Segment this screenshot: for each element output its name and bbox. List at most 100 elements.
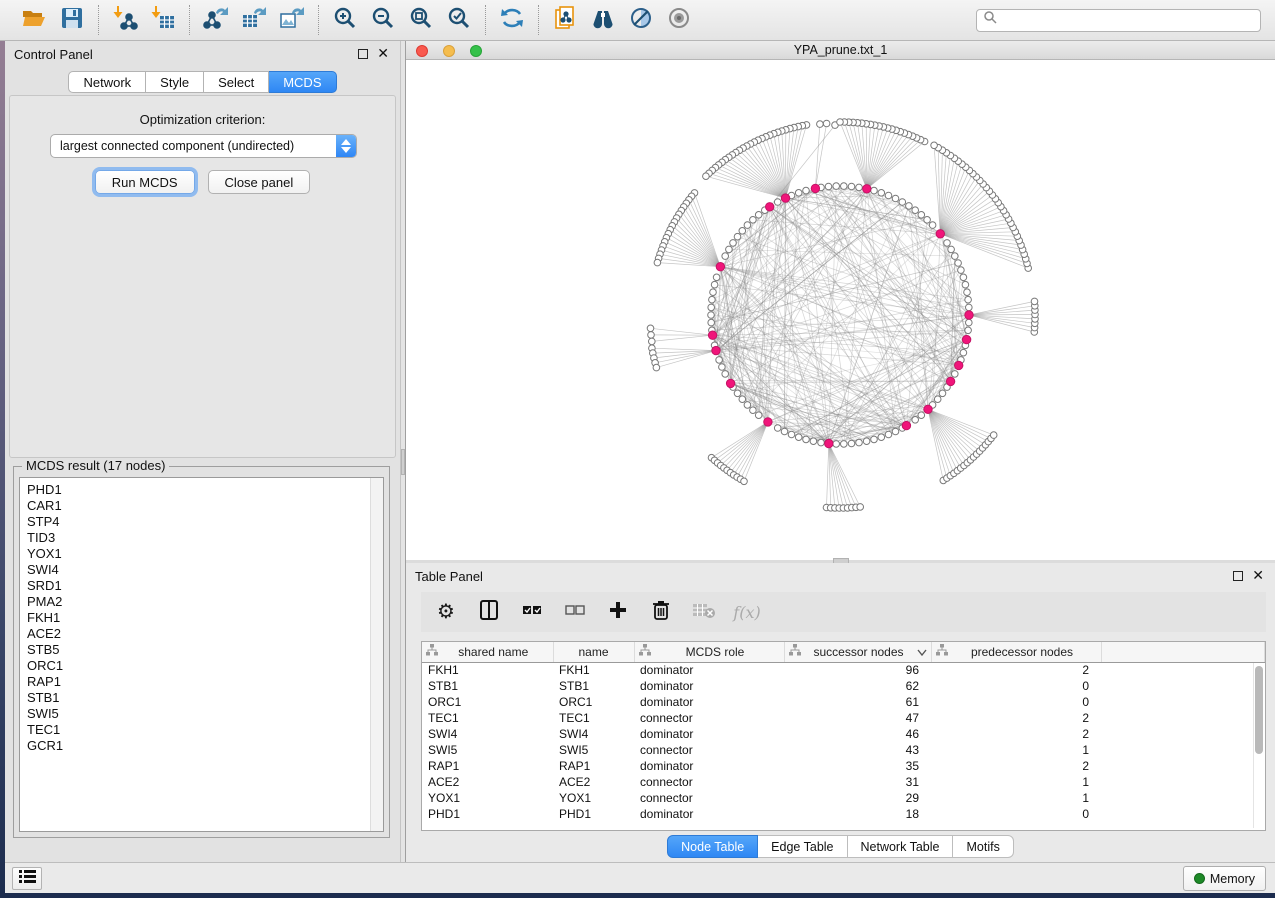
cell-name[interactable]: SWI5 bbox=[553, 742, 634, 758]
cell-successor-nodes[interactable]: 43 bbox=[784, 742, 931, 758]
mcds-result-list[interactable]: PHD1CAR1STP4TID3YOX1SWI4SRD1PMA2FKH1ACE2… bbox=[19, 477, 384, 832]
cell-successor-nodes[interactable]: 31 bbox=[784, 774, 931, 790]
close-panel-icon[interactable]: ✕ bbox=[1252, 567, 1264, 584]
cell-MCDS-role[interactable]: dominator bbox=[634, 694, 784, 710]
column-browser-button[interactable] bbox=[476, 599, 502, 625]
mcds-result-item[interactable]: ORC1 bbox=[27, 658, 383, 674]
import-network-button[interactable] bbox=[111, 6, 139, 34]
cell-predecessor-nodes[interactable]: 2 bbox=[931, 758, 1101, 774]
mcds-result-item[interactable]: SWI5 bbox=[27, 706, 383, 722]
hide-graphics-details-button[interactable] bbox=[627, 6, 655, 34]
cell-successor-nodes[interactable]: 96 bbox=[784, 662, 931, 678]
cell-predecessor-nodes[interactable]: 2 bbox=[931, 710, 1101, 726]
node-table[interactable]: shared namenameMCDS rolesuccessor nodesp… bbox=[422, 642, 1265, 822]
cell-predecessor-nodes[interactable]: 0 bbox=[931, 694, 1101, 710]
select-all-button[interactable] bbox=[519, 599, 545, 625]
table-row[interactable]: YOX1YOX1connector291 bbox=[422, 790, 1265, 806]
table-row[interactable]: TEC1TEC1connector472 bbox=[422, 710, 1265, 726]
mcds-result-item[interactable]: SWI4 bbox=[27, 562, 383, 578]
cell-shared-name[interactable]: ACE2 bbox=[422, 774, 553, 790]
tab-network[interactable]: Network bbox=[68, 71, 146, 93]
cell-shared-name[interactable]: YOX1 bbox=[422, 790, 553, 806]
cell-name[interactable]: RAP1 bbox=[553, 758, 634, 774]
cell-shared-name[interactable]: SWI4 bbox=[422, 726, 553, 742]
zoom-selected-button[interactable] bbox=[445, 6, 473, 34]
mcds-result-item[interactable]: PMA2 bbox=[27, 594, 383, 610]
table-row[interactable]: ORC1ORC1dominator610 bbox=[422, 694, 1265, 710]
add-column-button[interactable] bbox=[605, 599, 631, 625]
cell-MCDS-role[interactable]: dominator bbox=[634, 678, 784, 694]
cell-shared-name[interactable]: STB1 bbox=[422, 678, 553, 694]
tab-motifs[interactable]: Motifs bbox=[953, 835, 1013, 858]
run-mcds-button[interactable]: Run MCDS bbox=[95, 170, 195, 194]
cell-predecessor-nodes[interactable]: 0 bbox=[931, 806, 1101, 822]
zoom-out-button[interactable] bbox=[369, 6, 397, 34]
table-row[interactable]: PHD1PHD1dominator180 bbox=[422, 806, 1265, 822]
mcds-result-item[interactable]: TEC1 bbox=[27, 722, 383, 738]
save-session-button[interactable] bbox=[58, 6, 86, 34]
import-table-button[interactable] bbox=[149, 6, 177, 34]
table-row[interactable]: SWI4SWI4dominator462 bbox=[422, 726, 1265, 742]
cell-predecessor-nodes[interactable]: 1 bbox=[931, 774, 1101, 790]
close-panel-icon[interactable]: ✕ bbox=[377, 45, 389, 62]
table-row[interactable]: SWI5SWI5connector431 bbox=[422, 742, 1265, 758]
cell-name[interactable]: YOX1 bbox=[553, 790, 634, 806]
cell-predecessor-nodes[interactable]: 2 bbox=[931, 726, 1101, 742]
mcds-result-item[interactable]: ACE2 bbox=[27, 626, 383, 642]
search-input[interactable] bbox=[998, 13, 1254, 27]
search-binoculars-button[interactable] bbox=[589, 6, 617, 34]
column-header-predecessor-nodes[interactable]: predecessor nodes bbox=[931, 642, 1101, 662]
tab-select[interactable]: Select bbox=[204, 71, 269, 93]
table-row[interactable]: STB1STB1dominator620 bbox=[422, 678, 1265, 694]
zoom-fit-button[interactable] bbox=[407, 6, 435, 34]
mcds-result-item[interactable]: GCR1 bbox=[27, 738, 383, 754]
memory-button[interactable]: Memory bbox=[1183, 866, 1266, 891]
open-file-button[interactable] bbox=[20, 6, 48, 34]
cell-MCDS-role[interactable]: connector bbox=[634, 774, 784, 790]
show-graphics-details-button[interactable] bbox=[665, 6, 693, 34]
mcds-result-item[interactable]: YOX1 bbox=[27, 546, 383, 562]
cell-successor-nodes[interactable]: 47 bbox=[784, 710, 931, 726]
cell-MCDS-role[interactable]: dominator bbox=[634, 726, 784, 742]
export-network-button[interactable] bbox=[202, 6, 230, 34]
cell-MCDS-role[interactable]: dominator bbox=[634, 758, 784, 774]
cell-successor-nodes[interactable]: 35 bbox=[784, 758, 931, 774]
mcds-result-item[interactable]: RAP1 bbox=[27, 674, 383, 690]
cell-predecessor-nodes[interactable]: 1 bbox=[931, 742, 1101, 758]
delete-column-button[interactable] bbox=[648, 599, 674, 625]
show-panels-list-button[interactable] bbox=[12, 867, 42, 890]
cell-predecessor-nodes[interactable]: 0 bbox=[931, 678, 1101, 694]
function-builder-button[interactable]: f(x) bbox=[734, 599, 760, 625]
table-options-button[interactable]: ⚙ bbox=[433, 599, 459, 625]
cell-MCDS-role[interactable]: connector bbox=[634, 710, 784, 726]
cell-predecessor-nodes[interactable]: 1 bbox=[931, 790, 1101, 806]
network-from-selection-button[interactable] bbox=[551, 6, 579, 34]
cell-name[interactable]: ORC1 bbox=[553, 694, 634, 710]
cell-MCDS-role[interactable]: connector bbox=[634, 790, 784, 806]
mcds-result-item[interactable]: CAR1 bbox=[27, 498, 383, 514]
tab-edge-table[interactable]: Edge Table bbox=[758, 835, 847, 858]
float-window-icon[interactable] bbox=[1233, 571, 1243, 581]
cell-shared-name[interactable]: ORC1 bbox=[422, 694, 553, 710]
cell-successor-nodes[interactable]: 62 bbox=[784, 678, 931, 694]
cell-name[interactable]: FKH1 bbox=[553, 662, 634, 678]
cell-successor-nodes[interactable]: 61 bbox=[784, 694, 931, 710]
column-header-successor-nodes[interactable]: successor nodes bbox=[784, 642, 931, 662]
table-scrollbar[interactable] bbox=[1253, 663, 1264, 828]
cell-shared-name[interactable]: SWI5 bbox=[422, 742, 553, 758]
cell-predecessor-nodes[interactable]: 2 bbox=[931, 662, 1101, 678]
cell-shared-name[interactable]: PHD1 bbox=[422, 806, 553, 822]
table-row[interactable]: FKH1FKH1dominator962 bbox=[422, 662, 1265, 678]
criterion-dropdown[interactable]: largest connected component (undirected) bbox=[50, 134, 357, 158]
cell-successor-nodes[interactable]: 18 bbox=[784, 806, 931, 822]
cell-name[interactable]: SWI4 bbox=[553, 726, 634, 742]
delete-table-button[interactable] bbox=[691, 599, 717, 625]
network-search-field[interactable] bbox=[976, 9, 1261, 32]
tab-node-table[interactable]: Node Table bbox=[667, 835, 758, 858]
cell-shared-name[interactable]: FKH1 bbox=[422, 662, 553, 678]
column-header-shared-name[interactable]: shared name bbox=[422, 642, 553, 662]
cell-shared-name[interactable]: TEC1 bbox=[422, 710, 553, 726]
float-window-icon[interactable] bbox=[358, 49, 368, 59]
cell-name[interactable]: STB1 bbox=[553, 678, 634, 694]
cell-MCDS-role[interactable]: dominator bbox=[634, 662, 784, 678]
